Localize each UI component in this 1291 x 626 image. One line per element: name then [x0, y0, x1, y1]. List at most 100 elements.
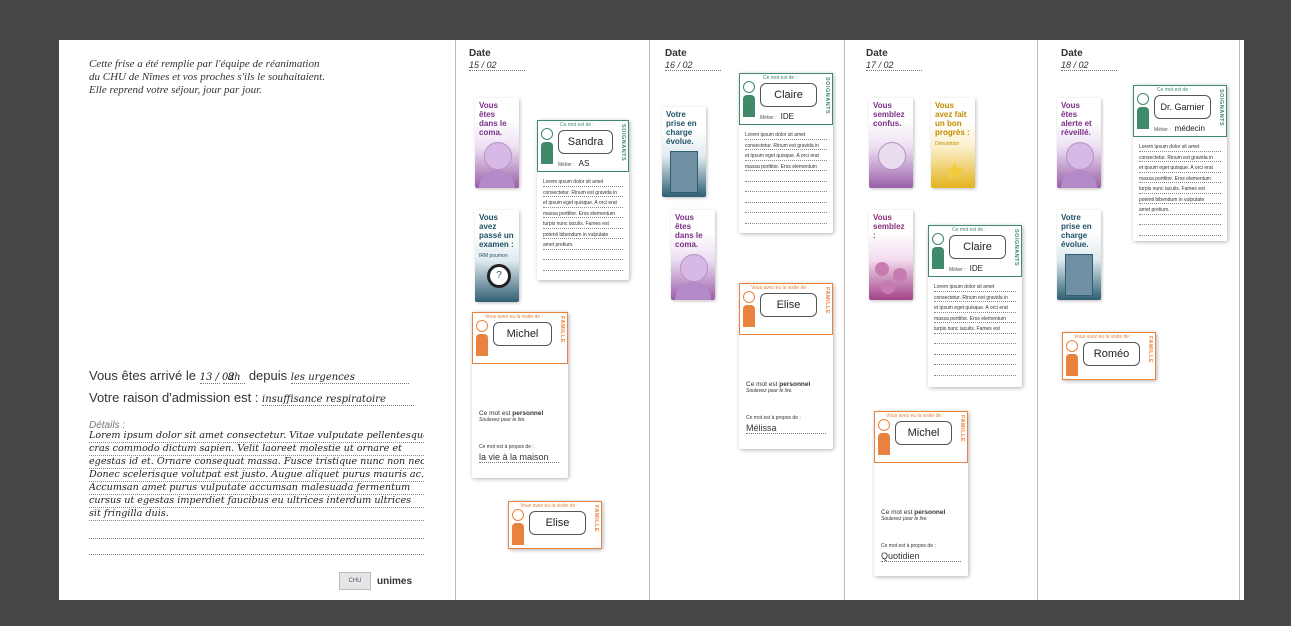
personal-note: Ce mot est personnel Soulevez pour le lir… [479, 410, 543, 423]
mood-detail: IRM poumon [479, 253, 508, 259]
mood-card-coma[interactable]: Vous êtes dans le coma. [475, 98, 519, 188]
person-icon [932, 233, 944, 271]
emotion-faces-icon [875, 262, 907, 294]
metier-label: Métier : [949, 267, 966, 273]
famille-card[interactable]: Vous avez eu la visite de : FAMILLE Elis… [508, 501, 602, 549]
perso-prefix: Ce mot est [479, 410, 511, 417]
date-value: 18 / 02 [1061, 60, 1117, 71]
mood-card-progres[interactable]: Vous avez fait un bon progrès : Dénutrit… [931, 98, 975, 188]
date-label: Date [866, 48, 888, 59]
famille-card[interactable]: Vous avez eu la visite de : FAMILLE Mich… [472, 312, 568, 478]
perso-hint: Soulevez pour le lire. [881, 516, 928, 522]
column-divider [1037, 40, 1038, 600]
body-icon [675, 282, 711, 300]
mood-card-confus[interactable]: Vous semblez confus. [869, 98, 913, 188]
famille-card[interactable]: Vous avez eu la visite de : FAMILLE Elis… [739, 283, 833, 449]
metier-line: Métier : AS [558, 159, 589, 168]
card-text-line [934, 334, 1016, 344]
blank-line [89, 538, 424, 539]
personal-note: Ce mot est personnel Soulevez pour le lir… [746, 381, 810, 394]
card-side-label: SOIGNANTS [620, 124, 626, 162]
date-label: Date [469, 48, 491, 59]
card-text-line [745, 182, 827, 192]
card-side-label: SOIGNANTS [824, 77, 830, 115]
intro-text: Cette frise a été remplie par l'équipe d… [89, 58, 419, 97]
mood-card-alerte[interactable]: Vous êtes alerte et réveillé. [1057, 98, 1101, 188]
visitor-name: Michel [895, 421, 952, 445]
card-text-line: et ipsum eget quisque. A orci erat [1139, 162, 1221, 173]
card-text-line [745, 203, 827, 213]
card-side-label: FAMILLE [559, 316, 565, 344]
card-side-label: SOIGNANTS [1218, 89, 1224, 127]
card-header: Vous avez eu la visite de : FAMILLE Mich… [874, 411, 968, 463]
metier-line: Métier : médecin [1154, 124, 1205, 133]
card-text-lines: Lorem ipsum dolor sit amet consectetur. … [928, 277, 1022, 380]
mood-text: Votre prise en charge évolue. [666, 110, 697, 146]
metier-label: Métier : [1154, 127, 1171, 133]
mood-card-examen[interactable]: Vous avez passé un examen : IRM poumon ? [475, 210, 519, 302]
card-text-lines: Lorem ipsum dolor sit amet consectetur. … [537, 172, 629, 275]
card-text-line: potenti bibendum in vulputate [1139, 194, 1221, 204]
card-text-line: et ipsum eget quisque. A orci erat [745, 150, 827, 161]
body-icon [479, 170, 515, 188]
metier-value: médecin [1174, 124, 1205, 133]
card-side-label: FAMILLE [824, 287, 830, 315]
card-header: Vous avez eu la visite de : FAMILLE Mich… [472, 312, 568, 364]
details-text: Lorem ipsum dolor sit amet consectetur. … [89, 430, 424, 521]
details-line: sit fringilla duis. [89, 508, 424, 521]
card-text-line: Lorem ipsum dolor sit amet [1139, 141, 1221, 152]
mood-card-prise-en-charge[interactable]: Votre prise en charge évolue. [1057, 210, 1101, 300]
details-line: Donec scelerisque volutpat est justo. Au… [89, 469, 424, 482]
author-name: Sandra [558, 130, 613, 154]
perso-word: personnel [512, 410, 544, 417]
chu-logo: CHU [339, 572, 371, 590]
arrival-depuis: depuis [248, 368, 288, 383]
confused-face-icon [878, 142, 906, 170]
arrival-line: Vous êtes arrivé le 13 / 02 8h depuis le… [89, 368, 424, 384]
visitor-name: Elise [529, 511, 586, 535]
perso-prefix: Ce mot est [746, 381, 778, 388]
perso-word: personnel [779, 381, 811, 388]
person-icon [878, 419, 890, 457]
mood-card-prise-en-charge[interactable]: Votre prise en charge évolue. [662, 107, 706, 197]
metier-value: IDE [780, 112, 795, 121]
author-name: Dr. Garnier [1154, 95, 1211, 119]
medical-device-icon [1065, 254, 1093, 296]
card-text-line: consectetur. Rinum est gravida in [934, 292, 1016, 302]
famille-card[interactable]: Vous avez eu la visite de : FAMILLE Mich… [874, 411, 968, 576]
column-divider [1239, 40, 1240, 600]
intro-line: Elle reprend votre séjour, jour par jour… [89, 84, 262, 96]
mood-text: Vous semblez : [873, 213, 905, 240]
column-divider [455, 40, 456, 600]
person-icon [476, 320, 488, 358]
card-text-line: consectetur. Rinum est gravida in [745, 140, 827, 150]
metier-value: IDE [969, 264, 984, 273]
card-text-line [745, 171, 827, 182]
column-divider [649, 40, 650, 600]
metier-label: Métier : [558, 162, 575, 168]
perso-hint: Soulevez pour le lire. [479, 417, 526, 423]
card-side-label: FAMILLE [959, 415, 965, 443]
card-header: Vous avez eu la visite de : FAMILLE Elis… [508, 501, 602, 549]
date-value: 15 / 02 [469, 60, 525, 71]
card-text-line: massa porttitor. Eros elementum [543, 208, 623, 218]
details-line: Lorem ipsum dolor sit amet consectetur. … [89, 430, 424, 443]
card-side-label: FAMILLE [1147, 336, 1153, 364]
soignant-card[interactable]: Ce mot est de : SOIGNANTS Dr. Garnier Mé… [1133, 85, 1227, 241]
mood-card-semblez[interactable]: Vous semblez : [869, 210, 913, 300]
card-header: Ce mot est de : SOIGNANTS Claire Métier … [739, 73, 833, 125]
famille-card[interactable]: Vous avez eu la visite de : FAMILLE Romé… [1062, 332, 1156, 380]
soignant-card[interactable]: Ce mot est de : SOIGNANTS Claire Métier … [928, 225, 1022, 387]
person-icon [512, 509, 524, 547]
perso-word: personnel [914, 509, 946, 516]
face-icon [680, 254, 708, 282]
mood-card-coma[interactable]: Vous êtes dans le coma. [671, 210, 715, 300]
soignant-card[interactable]: Ce mot est de : SOIGNANTS Claire Métier … [739, 73, 833, 233]
card-text-line: et ipsum eget quisque. A orci erat [934, 302, 1016, 313]
card-text-line [1139, 225, 1221, 236]
soignant-card[interactable]: Ce mot est de : SOIGNANTS Sandra Métier … [537, 120, 629, 280]
card-header: Ce mot est de : SOIGNANTS Claire Métier … [928, 225, 1022, 277]
details-line: cursus ut egestas imperdiet faucibus eu … [89, 495, 424, 508]
card-text-line [934, 355, 1016, 365]
about-block: Ce mot est à propos de : Quotidien [881, 543, 961, 562]
